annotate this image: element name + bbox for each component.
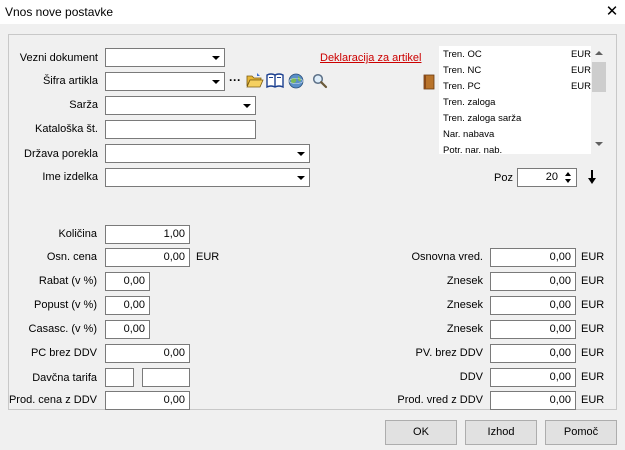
znesek-popust-input[interactable]: 0,00 <box>490 296 576 315</box>
davcna-tarifa-name-input[interactable] <box>142 368 190 387</box>
vezni-dokument-label: Vezni dokument <box>19 52 98 64</box>
list-item: Tren. zaloga <box>443 95 591 111</box>
prod-vred-z-ddv-label: Prod. vred z DDV <box>397 394 483 406</box>
scroll-up-icon[interactable] <box>595 51 603 55</box>
popust-input[interactable]: 0,00 <box>105 296 150 315</box>
notebook-icon[interactable] <box>423 74 435 90</box>
ddv-unit: EUR <box>581 371 605 383</box>
pomoc-button[interactable]: Pomoč <box>545 420 617 445</box>
list-item: Tren. OC EUR <box>443 47 591 63</box>
stock-info-list[interactable]: Tren. OC EUR Tren. NC EUR Tren. PC EUR Tren… <box>439 46 607 154</box>
osnovna-vred-unit: EUR <box>581 251 605 263</box>
spin-down-icon[interactable] <box>565 179 571 183</box>
list-item-label: Tren. zaloga sarža <box>443 113 522 124</box>
magnifier-icon[interactable] <box>312 73 328 89</box>
pv-brez-ddv-label: PV. brez DDV <box>415 347 483 359</box>
znesek-casasc-input[interactable]: 0,00 <box>490 320 576 339</box>
folder-open-icon[interactable] <box>246 72 264 89</box>
list-item-label: Tren. OC <box>443 49 482 60</box>
scroll-down-icon[interactable] <box>595 142 603 146</box>
list-item: Nar. nabava <box>443 127 591 143</box>
izhod-button[interactable]: Izhod <box>465 420 537 445</box>
pc-brez-ddv-input[interactable]: 0,00 <box>105 344 190 363</box>
vezni-dokument-combo[interactable] <box>105 48 225 67</box>
prod-cena-z-ddv-input[interactable]: 0,00 <box>105 391 190 410</box>
znesek-casasc-label: Znesek <box>446 323 483 335</box>
chevron-down-icon <box>243 104 251 108</box>
znesek-rabat-unit: EUR <box>581 275 605 287</box>
list-item-unit: EUR <box>570 65 591 76</box>
list-item: Tren. NC EUR <box>443 63 591 79</box>
osn-cena-unit: EUR <box>196 251 220 263</box>
kataloska-label: Kataloška št. <box>35 123 98 135</box>
poz-value: 20 <box>545 171 558 183</box>
chevron-down-icon <box>297 152 305 156</box>
list-item: Tren. PC EUR <box>443 79 591 95</box>
ddv-input[interactable]: 0,00 <box>490 368 576 387</box>
spin-up-icon[interactable] <box>565 172 571 176</box>
prod-vred-z-ddv-input[interactable]: 0,00 <box>490 391 576 410</box>
ime-izdelka-combo[interactable] <box>105 168 310 187</box>
znesek-rabat-input[interactable]: 0,00 <box>490 272 576 291</box>
popust-label: Popust (v %) <box>34 299 97 311</box>
scrollbar-thumb[interactable] <box>592 62 606 92</box>
osn-cena-label: Osn. cena <box>46 251 97 263</box>
stock-list-scrollbar[interactable] <box>591 46 607 154</box>
osn-cena-input[interactable]: 0,00 <box>105 248 190 267</box>
list-item: Potr. nar. nab. <box>443 143 591 154</box>
pv-brez-ddv-unit: EUR <box>581 347 605 359</box>
kolicina-label: Količina <box>58 228 97 240</box>
list-item-unit: EUR <box>570 81 591 92</box>
sarza-combo[interactable] <box>105 96 256 115</box>
ellipsis-button[interactable]: ··· <box>229 72 241 88</box>
pc-brez-ddv-label: PC brez DDV <box>30 347 97 359</box>
rabat-label: Rabat (v %) <box>38 275 97 287</box>
poz-spinner[interactable]: 20 <box>517 168 577 187</box>
prod-cena-z-ddv-label: Prod. cena z DDV <box>8 394 97 406</box>
davcna-tarifa-code-input[interactable] <box>105 368 134 387</box>
deklaracija-link[interactable]: Deklaracija za artikel <box>320 51 421 65</box>
close-icon[interactable]: ✕ <box>603 3 621 21</box>
list-item-label: Tren. PC <box>443 81 481 92</box>
poz-label: Poz <box>494 172 513 184</box>
osnovna-vred-input[interactable]: 0,00 <box>490 248 576 267</box>
sifra-artikla-label: Šifra artikla <box>42 75 98 87</box>
znesek-popust-unit: EUR <box>581 299 605 311</box>
ok-button[interactable]: OK <box>385 420 457 445</box>
prod-vred-z-ddv-unit: EUR <box>581 394 605 406</box>
ime-izdelka-label: Ime izdelka <box>42 171 98 183</box>
chevron-down-icon <box>297 176 305 180</box>
pv-brez-ddv-input[interactable]: 0,00 <box>490 344 576 363</box>
list-item-unit: EUR <box>570 49 591 60</box>
drzava-combo[interactable] <box>105 144 310 163</box>
kataloska-input[interactable] <box>105 120 256 139</box>
znesek-rabat-label: Znesek <box>446 275 483 287</box>
casasc-label: Casasc. (v %) <box>28 323 97 335</box>
arrow-down-icon[interactable] <box>586 169 598 185</box>
book-icon[interactable] <box>266 72 284 89</box>
osnovna-vred-label: Osnovna vred. <box>411 251 483 263</box>
list-item-label: Tren. zaloga <box>443 97 496 108</box>
list-item-label: Potr. nar. nab. <box>443 145 503 154</box>
davcna-tarifa-label: Davčna tarifa <box>32 372 97 384</box>
kolicina-input[interactable]: 1,00 <box>105 225 190 244</box>
ddv-label: DDV <box>459 371 483 383</box>
chevron-down-icon <box>212 80 220 84</box>
casasc-input[interactable]: 0,00 <box>105 320 150 339</box>
list-item-label: Nar. nabava <box>443 129 495 140</box>
sarza-label: Sarža <box>69 99 98 111</box>
window-title: Vnos nove postavke <box>5 5 114 19</box>
znesek-casasc-unit: EUR <box>581 323 605 335</box>
list-item: Tren. zaloga sarža <box>443 111 591 127</box>
chevron-down-icon <box>212 56 220 60</box>
list-item-label: Tren. NC <box>443 65 482 76</box>
drzava-label: Država porekla <box>24 148 98 160</box>
sifra-artikla-combo[interactable] <box>105 72 225 91</box>
rabat-input[interactable]: 0,00 <box>105 272 150 291</box>
globe-icon[interactable] <box>288 73 304 89</box>
znesek-popust-label: Znesek <box>446 299 483 311</box>
